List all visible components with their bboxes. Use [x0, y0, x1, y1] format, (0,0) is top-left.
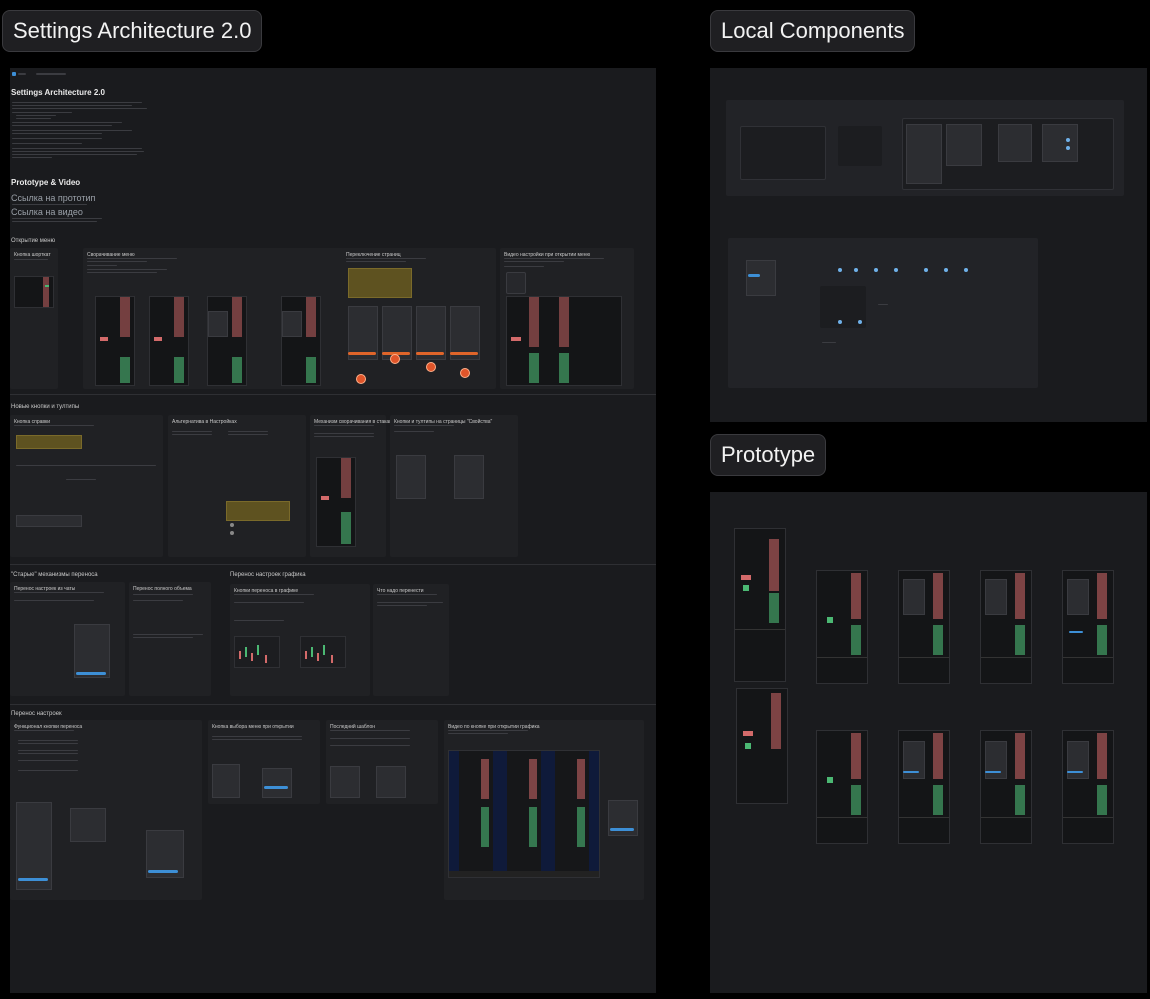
card-last-template[interactable]: Последний шаблон: [326, 720, 438, 804]
card-shortcut[interactable]: Кнопка шорткат: [10, 248, 58, 389]
prototype-frame-title[interactable]: Prototype: [710, 434, 827, 476]
warning-note: [348, 268, 412, 298]
prototype-screen[interactable]: [1062, 570, 1114, 684]
app-logo-icon: [12, 72, 16, 76]
prototype-screen[interactable]: [816, 730, 868, 844]
chart-dom: [316, 457, 356, 547]
components-group-1: [726, 100, 1124, 196]
card-what-to-transfer[interactable]: Что надо перенести: [373, 584, 449, 696]
warning-note: [16, 435, 82, 449]
chart-thumbnail: [14, 276, 54, 308]
section-heading: Перенос настроек графика: [230, 572, 306, 578]
video-link[interactable]: Ссылка на видео: [11, 207, 83, 218]
prototype-screen[interactable]: [1062, 730, 1114, 844]
chart-transfer-right: [300, 636, 346, 668]
chart-transfer-left: [234, 636, 280, 668]
prototype-frame[interactable]: [710, 492, 1147, 993]
card-video-settings[interactable]: Видео настройки при открытии меню: [500, 248, 634, 389]
prototype-screen[interactable]: [898, 570, 950, 684]
chart-step-1: [95, 296, 135, 386]
chart-video: [506, 296, 622, 386]
prototype-screen[interactable]: [980, 570, 1032, 684]
components-frame[interactable]: [710, 68, 1147, 422]
chart-step-2: [149, 296, 189, 386]
chart-step-3: [207, 296, 247, 386]
alert-circle-icon: [356, 374, 366, 384]
card-dom-collapse[interactable]: Механизм сворачивания в стакане: [310, 415, 395, 557]
prototype-screen[interactable]: [980, 730, 1032, 844]
card-chart-transfer[interactable]: Кнопки переноса в графике: [230, 584, 370, 696]
prototype-video-heading: Prototype & Video: [11, 178, 81, 187]
settings-frame-title[interactable]: Settings Architecture 2.0: [2, 10, 263, 52]
components-frame-title[interactable]: Local Components: [710, 10, 916, 52]
prototype-link[interactable]: Ссылка на прототип: [11, 193, 95, 204]
card-collapse[interactable]: Сворачивание меню: [83, 248, 347, 389]
section-heading: "Старые" механизмы переноса: [11, 572, 98, 578]
card-transfer-button[interactable]: Функционал кнопки переноса: [10, 720, 202, 900]
card-full-transfer[interactable]: Перенос полного объема: [129, 582, 211, 696]
section-heading: Перенос настроек: [11, 711, 62, 717]
section-heading: Открытие меню: [11, 238, 56, 244]
prototype-screen[interactable]: [816, 570, 868, 684]
alert-circle-icon: [390, 354, 400, 364]
prototype-screen[interactable]: [734, 528, 786, 682]
card-chart-video[interactable]: Видео по кнопке при открытии графика: [444, 720, 644, 900]
settings-frame[interactable]: Settings Architecture 2.0 Prototype & Vi…: [10, 68, 656, 993]
prototype-screen[interactable]: [898, 730, 950, 844]
card-settings-alternative[interactable]: Альтернатива в Настройках: [168, 415, 306, 557]
card-page-switch[interactable]: Переключение страниц: [342, 248, 496, 389]
alert-circle-icon: [426, 362, 436, 372]
card-help-button[interactable]: Кнопка справки: [10, 415, 163, 557]
chart-video-large: [448, 750, 600, 878]
components-group-2: [728, 238, 1038, 388]
doc-heading: Settings Architecture 2.0: [11, 88, 105, 97]
section-heading: Новые кнопки и тултипы: [11, 404, 80, 410]
card-menu-select[interactable]: Кнопка выбора меню при открытии: [208, 720, 320, 804]
card-properties-tooltips[interactable]: Кнопки и тултипы на страницы "Свойства": [390, 415, 518, 557]
card-transfer-chats[interactable]: Перенос настроек из чаты: [10, 582, 125, 696]
alert-circle-icon: [460, 368, 470, 378]
warning-note: [226, 501, 290, 521]
breadcrumb: [18, 73, 26, 75]
prototype-screen[interactable]: [736, 688, 788, 804]
chart-step-4: [281, 296, 321, 386]
